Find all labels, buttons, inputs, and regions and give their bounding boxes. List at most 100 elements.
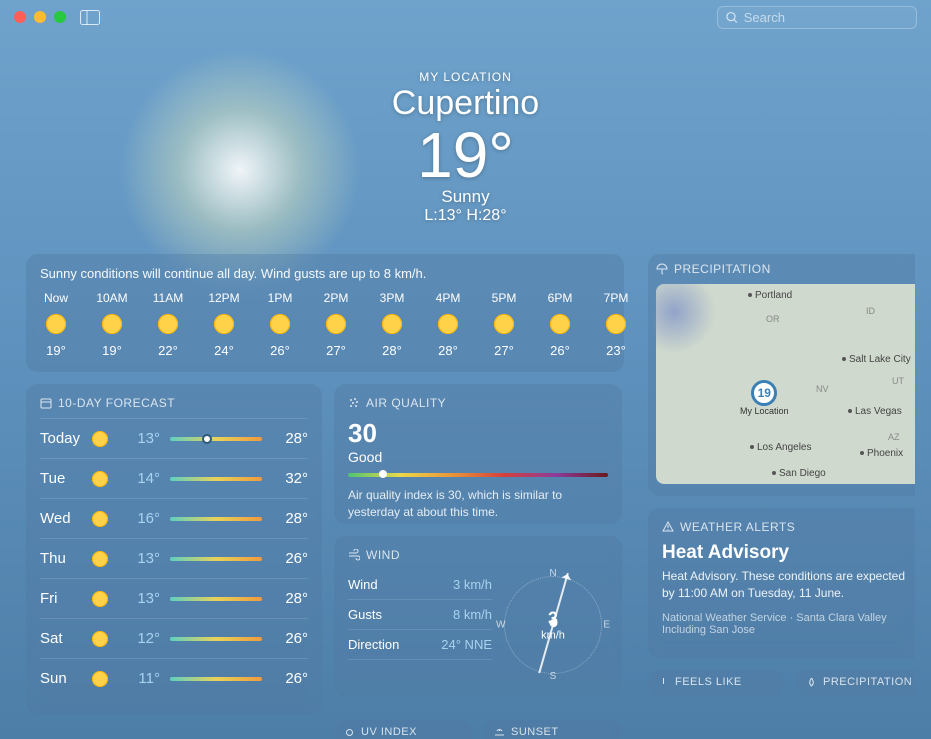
sun-icon — [344, 727, 355, 738]
city-name: Cupertino — [0, 84, 931, 123]
sun-icon — [382, 314, 402, 334]
alert-source: National Weather Service · Santa Clara V… — [662, 612, 915, 636]
forecast-day: Today — [40, 430, 92, 447]
forecast-row[interactable]: Fri 13° 28° — [40, 578, 308, 618]
mini-card[interactable]: PRECIPITATION — [796, 670, 915, 696]
sun-icon — [46, 314, 66, 334]
hour-temp: 28° — [382, 343, 402, 358]
forecast-row[interactable]: Wed 16° 28° — [40, 498, 308, 538]
map-canvas[interactable]: PortlandSalt Lake CityLas VegasLos Angel… — [656, 284, 915, 484]
search-field[interactable] — [717, 6, 917, 29]
search-input[interactable] — [744, 10, 908, 25]
aqi-icon — [348, 397, 360, 409]
map-state-label: UT — [892, 376, 904, 386]
sun-icon — [92, 471, 120, 487]
hour-temp: 23° — [606, 343, 626, 358]
hour-time: Now — [44, 291, 68, 305]
temp-range: L:13° H:28° — [0, 207, 931, 225]
hour-column[interactable]: 5PM 27° — [488, 291, 520, 358]
hour-time: 2PM — [324, 291, 349, 305]
sun-icon — [494, 314, 514, 334]
temp-range-bar — [170, 597, 262, 601]
forecast-high: 26° — [272, 630, 308, 647]
sun-icon — [92, 591, 120, 607]
sun-icon — [606, 314, 626, 334]
hour-column[interactable]: Now 19° — [40, 291, 72, 358]
hour-column[interactable]: 11AM22° — [152, 291, 184, 358]
temp-range-bar — [170, 677, 262, 681]
forecast-row[interactable]: Tue 14° 32° — [40, 458, 308, 498]
thermometer-icon — [658, 677, 669, 688]
weather-alerts-card[interactable]: WEATHER ALERTS Heat Advisory Heat Adviso… — [648, 508, 915, 658]
alert-icon — [662, 521, 674, 533]
sun-icon — [92, 431, 120, 447]
hour-column[interactable]: 7PM 23° — [600, 291, 632, 358]
hour-time: 7PM — [604, 291, 629, 305]
map-city-label: San Diego — [772, 468, 826, 479]
sunset-icon — [494, 727, 505, 738]
precipitation-map-card[interactable]: PRECIPITATION PortlandSalt Lake CityLas … — [648, 254, 915, 496]
current-conditions: MY LOCATION Cupertino 19° Sunny L:13° H:… — [0, 70, 931, 225]
forecast-day: Sun — [40, 670, 92, 687]
ten-day-forecast-card[interactable]: 10-DAY FORECAST Today 13° 28°Tue 14° 32°… — [26, 384, 322, 714]
wind-card[interactable]: WIND Wind3 km/hGusts8 km/hDirection24° N… — [334, 536, 622, 696]
temp-range-bar — [170, 477, 262, 481]
forecast-row[interactable]: Today 13° 28° — [40, 418, 308, 458]
hour-temp: 19° — [46, 343, 66, 358]
mini-card[interactable]: UV INDEX — [334, 720, 472, 739]
forecast-row[interactable]: Thu 13° 26° — [40, 538, 308, 578]
sidebar-toggle-button[interactable] — [80, 10, 100, 25]
current-condition: Sunny — [0, 187, 931, 207]
minimize-window-button[interactable] — [34, 11, 46, 23]
wind-row: Wind3 km/h — [348, 570, 492, 600]
hour-time: 10AM — [96, 291, 127, 305]
sun-icon — [270, 314, 290, 334]
air-quality-card[interactable]: AIR QUALITY 30 Good Air quality index is… — [334, 384, 622, 524]
sun-icon — [92, 551, 120, 567]
hour-column[interactable]: 10AM 19° — [96, 291, 128, 358]
hour-temp: 27° — [494, 343, 514, 358]
hour-column[interactable]: 2PM27° — [320, 291, 352, 358]
hour-time: 4PM — [436, 291, 461, 305]
calendar-icon — [40, 397, 52, 409]
my-location-pin[interactable]: 19 My Location — [740, 380, 789, 416]
window-titlebar — [0, 0, 931, 34]
alert-headline: Heat Advisory — [662, 542, 915, 564]
forecast-day: Wed — [40, 510, 92, 527]
location-label: MY LOCATION — [0, 70, 931, 84]
hour-column[interactable]: 1PM26° — [264, 291, 296, 358]
hour-column[interactable]: 12PM24° — [208, 291, 240, 358]
forecast-day: Sat — [40, 630, 92, 647]
traffic-lights — [14, 11, 66, 23]
hour-column[interactable]: 4PM 28° — [432, 291, 464, 358]
hour-time: 11AM — [153, 291, 183, 305]
forecast-high: 28° — [272, 510, 308, 527]
map-state-label: NV — [816, 384, 829, 394]
forecast-low: 16° — [120, 510, 160, 527]
card-header: AIR QUALITY — [348, 396, 608, 410]
aqi-scale — [348, 473, 608, 477]
card-header: PRECIPITATION — [656, 262, 915, 276]
hour-temp: 28° — [438, 343, 458, 358]
hour-column[interactable]: 6PM26° — [544, 291, 576, 358]
mini-card[interactable]: SUNSET — [484, 720, 622, 739]
wind-compass: N S W E 3km/h — [498, 570, 608, 680]
close-window-button[interactable] — [14, 11, 26, 23]
hour-temp: 19° — [102, 343, 122, 358]
hourly-forecast-card[interactable]: Sunny conditions will continue all day. … — [26, 254, 624, 372]
forecast-row[interactable]: Sun 11° 26° — [40, 658, 308, 698]
hour-time: 5PM — [492, 291, 517, 305]
umbrella-icon — [656, 263, 668, 275]
sun-icon — [92, 671, 120, 687]
mini-card[interactable]: FEELS LIKE — [648, 670, 784, 696]
sun-icon — [550, 314, 570, 334]
temp-range-bar — [170, 517, 262, 521]
zoom-window-button[interactable] — [54, 11, 66, 23]
forecast-high: 28° — [272, 590, 308, 607]
hour-time: 12PM — [208, 291, 239, 305]
map-state-label: AZ — [888, 432, 900, 442]
wind-row: Gusts8 km/h — [348, 600, 492, 630]
forecast-day: Fri — [40, 590, 92, 607]
forecast-row[interactable]: Sat 12° 26° — [40, 618, 308, 658]
hour-column[interactable]: 3PM28° — [376, 291, 408, 358]
